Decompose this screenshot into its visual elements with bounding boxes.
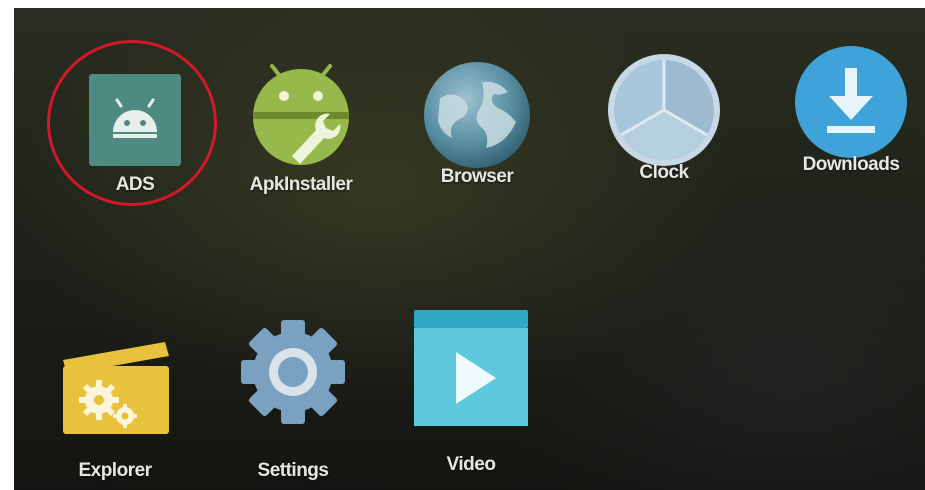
app-settings[interactable]: Settings: [218, 298, 368, 481]
android-robot-icon: [89, 74, 181, 166]
play-icon: [414, 310, 528, 426]
gear-icon: [241, 320, 345, 424]
app-label: Downloads: [802, 154, 900, 175]
app-label: Explorer: [78, 460, 152, 481]
app-apkinstaller[interactable]: ApkInstaller: [226, 38, 376, 198]
folder-gears-icon: [63, 342, 169, 434]
home-screen: ADS ApkInstaller Browser Clock Downloads…: [14, 8, 925, 490]
apk-installer-icon: [253, 64, 349, 165]
app-label: Browser: [440, 166, 514, 187]
app-video[interactable]: Video: [396, 298, 546, 475]
app-explorer[interactable]: Explorer: [40, 298, 190, 481]
app-label: Settings: [257, 460, 329, 481]
app-label: Video: [446, 454, 496, 475]
app-browser[interactable]: Browser: [402, 38, 552, 198]
app-label: ADS: [115, 174, 155, 195]
app-clock[interactable]: Clock: [589, 38, 739, 198]
globe-icon: [424, 62, 530, 168]
clock-icon: [608, 54, 720, 166]
app-ads[interactable]: ADS: [60, 38, 210, 198]
app-label: Clock: [639, 162, 689, 183]
app-label: ApkInstaller: [249, 174, 353, 195]
app-downloads[interactable]: Downloads: [776, 38, 925, 198]
download-icon: [795, 46, 907, 158]
